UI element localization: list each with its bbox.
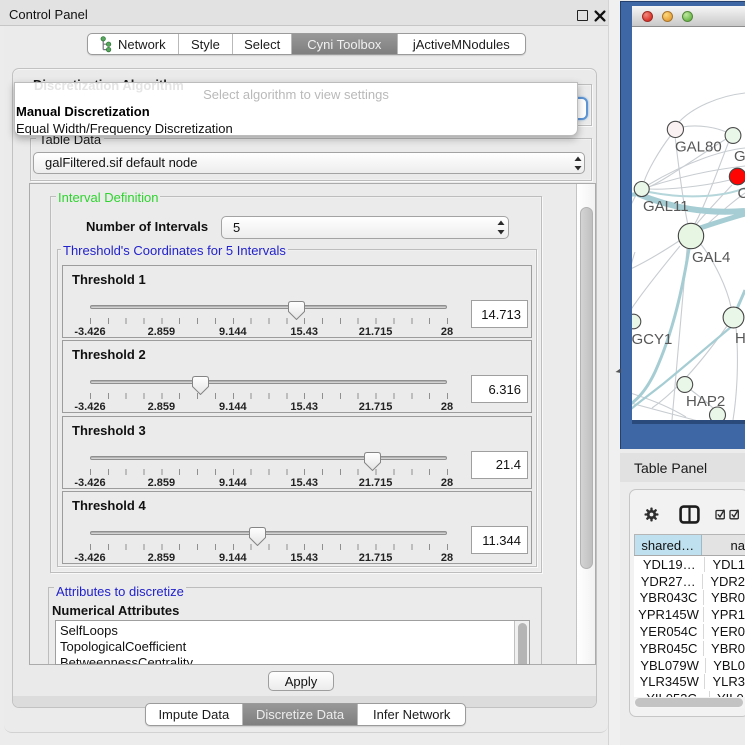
svg-text:HAP2: HAP2	[686, 393, 725, 410]
svg-text:GAL11: GAL11	[643, 198, 689, 215]
svg-text:GCY1: GCY1	[632, 331, 672, 348]
svg-text:GA: GA	[734, 148, 745, 165]
svg-text:GAL80: GAL80	[675, 139, 722, 156]
svg-text:GAL4: GAL4	[692, 249, 730, 266]
svg-text:H: H	[735, 330, 745, 347]
svg-text:C: C	[738, 185, 745, 202]
